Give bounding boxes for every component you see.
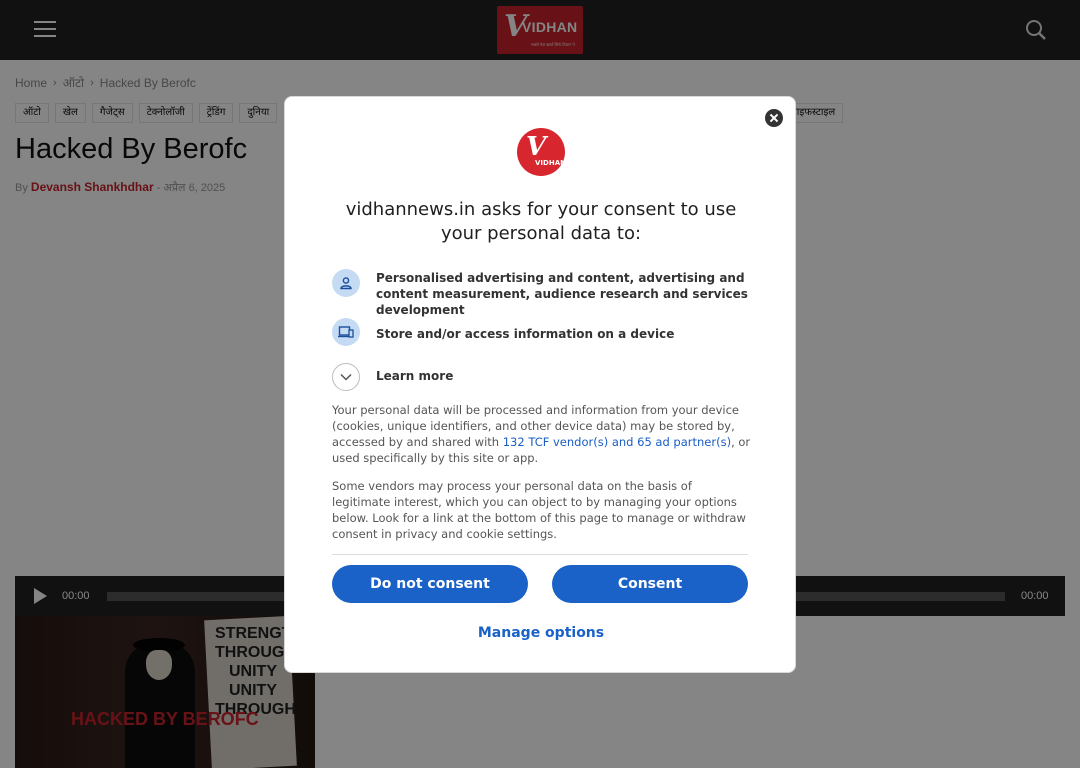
purpose-item: Personalised advertising and content, ad…	[332, 269, 752, 317]
consent-heading: vidhannews.in asks for your consent to u…	[345, 199, 737, 244]
device-icon	[332, 318, 360, 346]
consent-paragraph: Your personal data will be processed and…	[332, 402, 752, 466]
close-icon[interactable]	[765, 109, 783, 127]
vendors-link[interactable]: 132 TCF vendor(s) and 65 ad partner(s)	[503, 435, 731, 449]
purpose-item: Store and/or access information on a dev…	[332, 318, 752, 346]
consent-dialog: V VIDHAN vidhannews.in asks for your con…	[284, 96, 796, 673]
person-icon	[332, 269, 360, 297]
dialog-logo-letter: V	[526, 132, 547, 162]
chevron-down-icon	[332, 363, 360, 391]
purpose-text: Personalised advertising and content, ad…	[376, 271, 748, 317]
do-not-consent-button[interactable]: Do not consent	[332, 565, 528, 603]
manage-options-link[interactable]: Manage options	[435, 625, 647, 641]
divider	[332, 554, 748, 555]
dialog-logo: V VIDHAN	[517, 128, 566, 176]
dialog-logo-word: VIDHAN	[535, 159, 566, 167]
consent-button[interactable]: Consent	[552, 565, 748, 603]
legitimate-interest-paragraph: Some vendors may process your personal d…	[332, 479, 746, 541]
learn-more-toggle[interactable]: Learn more	[332, 363, 632, 391]
purpose-text: Store and/or access information on a dev…	[376, 327, 675, 341]
learn-more-label: Learn more	[376, 369, 454, 383]
